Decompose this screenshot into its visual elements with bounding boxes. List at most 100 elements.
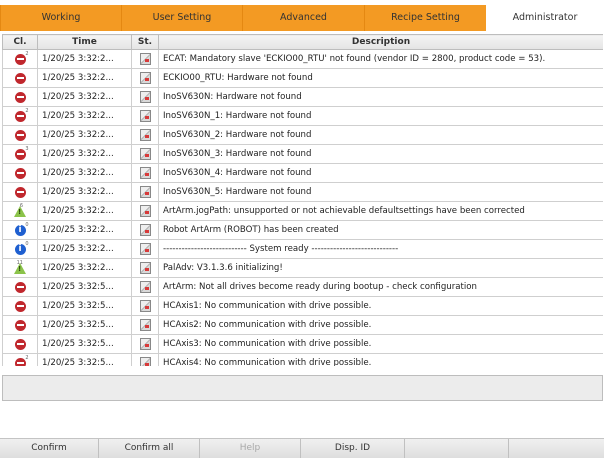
icon-badge: 2 [25, 354, 29, 361]
status-cell [131, 106, 159, 126]
time-cell: 1/20/25 3:32:5... [37, 296, 132, 316]
message-detail-bar [2, 375, 603, 401]
status-icon [139, 357, 151, 366]
column-header-class[interactable]: Cl. [2, 34, 38, 50]
time-cell: 1/20/25 3:32:2... [37, 49, 132, 69]
status-cell [131, 163, 159, 183]
time-cell: 1/20/25 3:32:2... [37, 68, 132, 88]
status-icon [139, 243, 151, 255]
description-cell: InoSV630N_2: Hardware not found [158, 125, 603, 145]
stop-icon [14, 129, 26, 141]
stop-icon [14, 186, 26, 198]
description-cell: InoSV630N_3: Hardware not found [158, 144, 603, 164]
class-cell [2, 68, 38, 88]
status-cell [131, 201, 159, 221]
time-cell: 1/20/25 3:32:5... [37, 315, 132, 335]
table-row[interactable]: 2 1/20/25 3:32:2... InoSV630N_1: Hardware … [2, 106, 603, 126]
tab-user-setting[interactable]: User Setting [121, 5, 242, 31]
description-cell: ArtArm: Not all drives become ready duri… [158, 277, 603, 297]
description-cell: Robot ArtArm (ROBOT) has been created [158, 220, 603, 240]
stop-icon: 3 [14, 146, 29, 160]
column-header-description[interactable]: Description [158, 34, 603, 50]
time-cell: 1/20/25 3:32:2... [37, 201, 132, 221]
time-cell: 1/20/25 3:32:2... [37, 182, 132, 202]
table-row[interactable]: 3 1/20/25 3:32:2... InoSV630N_3: Hardware … [2, 144, 603, 164]
icon-badge: 2 [25, 107, 29, 114]
display-id-button[interactable]: Disp. ID [301, 439, 405, 458]
status-icon [139, 72, 151, 84]
stop-icon: 2 [14, 107, 29, 122]
column-header-status[interactable]: St. [131, 34, 159, 50]
table-row[interactable]: 1/20/25 3:32:5... HCAxis3: No communicati… [2, 334, 603, 354]
status-icon [139, 186, 151, 198]
status-cell [131, 296, 159, 316]
class-cell: 3 [2, 144, 38, 164]
status-cell [131, 125, 159, 145]
message-log-table[interactable]: Cl. Time St. Description 2 1/20/25 3:32:2… [2, 34, 603, 366]
description-cell: PalAdv: V3.1.3.6 initializing! [158, 258, 603, 278]
description-cell: HCAxis1: No communication with drive pos… [158, 296, 603, 316]
table-row[interactable]: 2 1/20/25 3:32:2... ECAT: Mandatory slave … [2, 49, 603, 69]
table-row[interactable]: 1/20/25 3:32:5... ArtArm: Not all drives … [2, 277, 603, 297]
warning-icon: 11 [14, 259, 26, 274]
status-cell [131, 87, 159, 107]
warning-icon: 6 [14, 203, 26, 217]
tab-administrator[interactable]: Administrator [486, 2, 604, 36]
tab-advanced[interactable]: Advanced [242, 5, 364, 31]
icon-badge: 11 [16, 259, 23, 266]
column-header-time[interactable]: Time [37, 34, 132, 50]
tab-working[interactable]: Working [0, 5, 121, 31]
icon-badge: 0 [25, 221, 29, 228]
tab-recipe-setting[interactable]: Recipe Setting [364, 5, 486, 31]
status-icon [139, 148, 151, 160]
description-cell: InoSV630N: Hardware not found [158, 87, 603, 107]
table-row[interactable]: 1/20/25 3:32:2... InoSV630N_4: Hardware n… [2, 163, 603, 183]
icon-badge: 0 [25, 240, 29, 247]
table-row[interactable]: 0 1/20/25 3:32:2... Robot ArtArm (ROBOT) h… [2, 220, 603, 240]
status-icon [139, 53, 151, 65]
time-cell: 1/20/25 3:32:2... [37, 163, 132, 183]
help-button[interactable]: Help [200, 439, 301, 458]
class-cell [2, 334, 38, 354]
class-cell: 2 [2, 49, 38, 69]
table-row[interactable]: 1/20/25 3:32:5... HCAxis2: No communicati… [2, 315, 603, 335]
description-cell: --------------------------- System ready… [158, 239, 603, 259]
status-icon [139, 262, 151, 274]
status-cell [131, 68, 159, 88]
table-row[interactable]: 2 1/20/25 3:32:5... HCAxis4: No communicat… [2, 353, 603, 366]
table-row[interactable]: 6 1/20/25 3:32:2... ArtArm.jogPath: unsupp… [2, 201, 603, 221]
time-cell: 1/20/25 3:32:5... [37, 334, 132, 354]
class-cell: 0 [2, 220, 38, 240]
status-icon [139, 91, 151, 103]
stop-icon [14, 91, 26, 103]
stop-icon [14, 72, 26, 84]
table-row[interactable]: 1/20/25 3:32:2... ECKIO00_RTU: Hardware n… [2, 68, 603, 88]
table-row[interactable]: 1/20/25 3:32:2... InoSV630N_5: Hardware n… [2, 182, 603, 202]
empty-button-6 [509, 439, 604, 458]
time-cell: 1/20/25 3:32:2... [37, 87, 132, 107]
status-cell [131, 353, 159, 366]
confirm-button[interactable]: Confirm [0, 439, 99, 458]
button-bar: Confirm Confirm all Help Disp. ID [0, 438, 604, 458]
confirm-all-button[interactable]: Confirm all [99, 439, 200, 458]
table-row[interactable]: 11 1/20/25 3:32:2... PalAdv: V3.1.3.6 init… [2, 258, 603, 278]
table-header: Cl. Time St. Description [2, 34, 603, 50]
status-cell [131, 334, 159, 354]
description-cell: ECKIO00_RTU: Hardware not found [158, 68, 603, 88]
time-cell: 1/20/25 3:32:2... [37, 239, 132, 259]
description-cell: InoSV630N_4: Hardware not found [158, 163, 603, 183]
status-cell [131, 315, 159, 335]
class-cell: 2 [2, 353, 38, 366]
stop-icon [14, 300, 26, 312]
table-row[interactable]: 0 1/20/25 3:32:2... ----------------------… [2, 239, 603, 259]
empty-button-5 [405, 439, 509, 458]
table-row[interactable]: 1/20/25 3:32:5... HCAxis1: No communicati… [2, 296, 603, 316]
time-cell: 1/20/25 3:32:2... [37, 220, 132, 240]
status-icon [139, 224, 151, 236]
description-cell: ArtArm.jogPath: unsupported or not achie… [158, 201, 603, 221]
time-cell: 1/20/25 3:32:5... [37, 277, 132, 297]
stop-icon [14, 319, 26, 331]
table-row[interactable]: 1/20/25 3:32:2... InoSV630N: Hardware not… [2, 87, 603, 107]
time-cell: 1/20/25 3:32:2... [37, 125, 132, 145]
table-row[interactable]: 1/20/25 3:32:2... InoSV630N_2: Hardware n… [2, 125, 603, 145]
